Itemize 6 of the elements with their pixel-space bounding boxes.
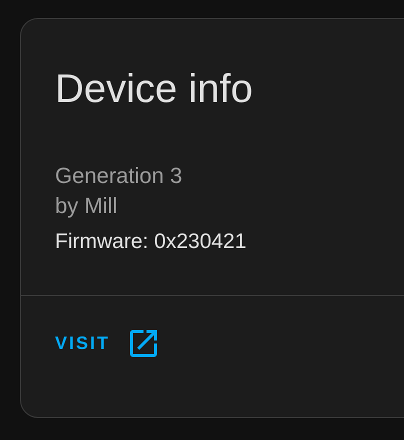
visit-link[interactable]: VISIT bbox=[41, 320, 172, 367]
open-in-new-icon bbox=[130, 330, 158, 357]
device-model-text: by Mill bbox=[55, 192, 118, 220]
card-title: Device info bbox=[55, 66, 254, 113]
device-model-text: Generation 3 bbox=[55, 162, 184, 190]
firmware-text: Firmware: 0x230421 bbox=[55, 229, 248, 255]
